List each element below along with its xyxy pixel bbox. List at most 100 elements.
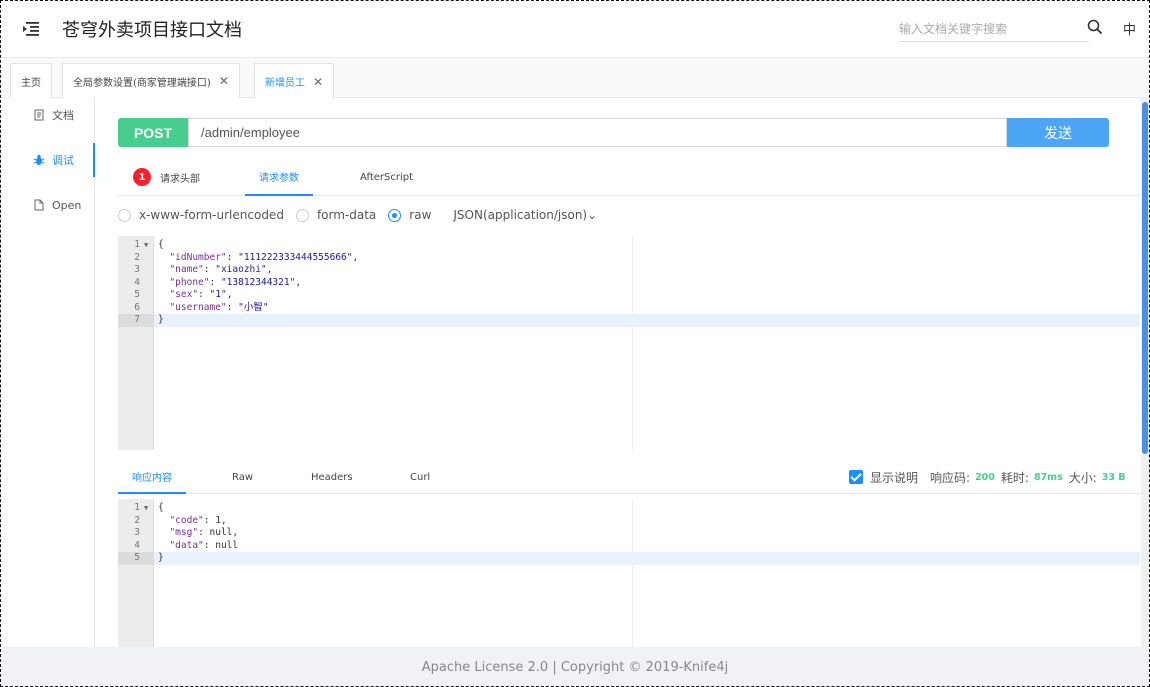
tab-label: 主页 [21,77,41,89]
response-body-editor[interactable]: 1 ▼ {2 "code": 1, 3 "msg": null, 4 "data": n… [118,499,1140,647]
tab-global-params[interactable]: 全局参数设置(商家管理端接口) ✕ [62,63,240,98]
code-text: "phone": "13812344321", [169,276,302,288]
menu-fold-icon[interactable] [22,21,40,37]
tab-label: Curl [410,471,431,483]
code-line: 1 ▼ { [118,239,1140,252]
code-line: 5 "sex": "1", [118,289,1140,302]
sidebar-item-debug[interactable]: 调试 [0,143,95,177]
code-line: 2 "code": 1, [118,515,1140,528]
code-line: 3 "msg": null, [118,527,1140,540]
content-type-value: JSON(application/json) [453,208,588,222]
tab-request-params[interactable]: 请求参数 [245,158,313,196]
app-title: 苍穹外卖项目接口文档 [62,20,242,41]
close-icon[interactable]: ✕ [313,75,323,89]
request-tabs: 1 请求头部 请求参数 AfterScript [118,158,1140,196]
tab-response-content[interactable]: 响应内容 [118,460,186,494]
fold-toggle-icon[interactable]: ▼ [144,239,148,252]
code-text: "username": "小智" [169,301,269,313]
scrollbar-thumb[interactable] [1142,102,1148,454]
code-text: "idNumber": "111222333444555666", [169,251,359,263]
line-number: 2 [134,514,140,526]
code-line: 2 "idNumber": "111222333444555666", [118,252,1140,265]
fold-toggle-icon[interactable]: ▼ [144,502,148,515]
page-tabs: 主页 全局参数设置(商家管理端接口) ✕ 新增员工 ✕ [0,58,1150,99]
chevron-down-icon: ⌄ [587,208,598,222]
elapsed-time-value: 87ms [1033,471,1063,483]
elapsed-time-label: 耗时: [1000,470,1029,485]
code-text: } [158,314,164,325]
line-number: 1 [134,502,140,513]
radio-form-data[interactable]: form-data [295,208,377,222]
code-text: "code": 1, [169,514,227,526]
tab-response-headers[interactable]: Headers [311,460,353,494]
code-line: 4 "data": null [118,540,1140,553]
radio-raw[interactable]: raw [388,208,431,222]
status-code-label: 响应码: [930,470,971,485]
sidebar-item-docs[interactable]: 文档 [0,98,95,132]
header-count-badge: 1 [133,168,151,186]
document-icon [34,109,44,121]
page-scrollbar[interactable] [1141,98,1150,647]
top-header: 苍穹外卖项目接口文档 中 [0,0,1150,58]
tab-label: Raw [232,471,254,483]
tab-request-headers[interactable]: 1 请求头部 [133,158,200,196]
radio-urlencoded[interactable]: x-www-form-urlencoded [118,208,284,222]
tab-label: 响应内容 [132,472,172,484]
show-description-label: 显示说明 [870,470,919,485]
radio-button[interactable] [388,208,402,222]
line-number: 4 [134,539,140,551]
tab-label: Headers [311,471,353,483]
response-size-value: 33 B [1101,471,1126,483]
line-number: 5 [118,552,154,565]
file-icon [34,199,44,211]
code-line: 6 "username": "小智" [118,302,1140,315]
request-url-input[interactable] [188,118,1007,147]
line-number: 4 [134,276,140,288]
http-method-badge: POST [118,118,188,147]
code-text: "msg": null, [169,527,239,538]
sidebar-item-label: 文档 [52,109,74,122]
tab-response-curl[interactable]: Curl [410,460,430,494]
radio-button[interactable] [295,208,309,222]
tab-label: 新增员工 [265,78,305,89]
line-number: 1 [134,239,140,250]
send-button[interactable]: 发送 [1007,118,1109,147]
tab-label: 请求头部 [160,173,200,185]
radio-label: raw [409,208,432,222]
language-switch[interactable]: 中 [1123,19,1136,38]
sidebar: 文档 调试 Open [0,98,95,647]
tab-home[interactable]: 主页 [10,63,52,98]
bug-icon [33,154,45,165]
code-line: 5} [118,552,1140,565]
tab-response-raw[interactable]: Raw [232,460,253,494]
tab-add-employee[interactable]: 新增员工 ✕ [254,63,335,99]
footer-copyright: Apache License 2.0 | Copyright © 2019-Kn… [421,659,729,675]
radio-label: form-data [316,208,377,222]
sidebar-item-open[interactable]: Open [0,188,95,222]
sidebar-item-label: Open [52,198,82,212]
search-icon[interactable] [1087,19,1103,35]
code-line: 7} [118,314,1140,327]
footer: Apache License 2.0 | Copyright © 2019-Kn… [0,647,1150,687]
code-text: { [158,502,164,513]
line-number: 7 [118,314,154,327]
tab-label: 请求参数 [259,172,299,184]
close-icon[interactable]: ✕ [219,74,229,88]
code-text: "data": null [169,539,239,551]
doc-search-input[interactable] [899,16,1089,42]
code-text: "name": "xiaozhi", [169,264,273,275]
code-line: 3 "name": "xiaozhi", [118,264,1140,277]
response-meta: 显示说明 响应码: 200 耗时: 87ms 大小: 33 B [849,468,1126,486]
code-text: } [158,552,164,563]
content-type-select[interactable]: JSON(application/json)⌄ [453,208,597,222]
radio-button[interactable] [118,208,131,222]
request-body-editor[interactable]: 1 ▼ {2 "idNumber": "111222333444555666", 3 … [118,236,1140,450]
code-line: 4 "phone": "13812344321", [118,277,1140,290]
code-text: "sex": "1", [169,289,233,300]
line-number: 5 [134,289,140,300]
line-number: 2 [134,251,140,263]
line-number: 6 [134,301,140,313]
response-size-label: 大小: [1068,470,1097,485]
show-description-checkbox[interactable] [849,470,863,484]
tab-after-script[interactable]: AfterScript [360,158,413,196]
